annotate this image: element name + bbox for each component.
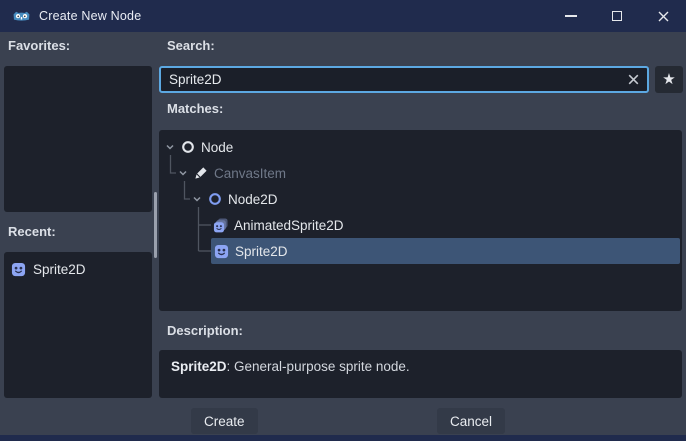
window-title: Create New Node (39, 9, 142, 23)
description-panel: Sprite2D: General-purpose sprite node. (159, 350, 682, 398)
minimize-icon (565, 15, 577, 17)
sprite2d-icon (11, 262, 26, 276)
description-class-name: Sprite2D (171, 359, 227, 374)
create-new-node-dialog: Create New Node Favorites: Recent: Sprit… (0, 0, 686, 441)
search-label: Search: (167, 38, 215, 53)
favorite-toggle-button[interactable]: ★ (655, 66, 683, 93)
tree-item-label: CanvasItem (214, 165, 287, 181)
search-input[interactable] (159, 66, 649, 93)
maximize-button[interactable] (594, 0, 640, 32)
window-controls (548, 0, 686, 32)
description-label: Description: (167, 323, 243, 338)
minimize-button[interactable] (548, 0, 594, 32)
create-button[interactable]: Create (191, 408, 258, 434)
description-text: Sprite2D: General-purpose sprite node. (159, 350, 682, 383)
tree-item-sprite2d-selected[interactable]: Sprite2D (211, 238, 680, 264)
tree-item-label: AnimatedSprite2D (234, 217, 344, 233)
node-icon (181, 140, 195, 154)
chevron-down-icon[interactable] (178, 168, 188, 178)
matches-label: Matches: (167, 101, 224, 116)
sprite2d-icon (214, 244, 229, 259)
matches-tree: Node CanvasItem Node2D AnimatedSprite2D … (159, 130, 682, 311)
animated-sprite2d-icon (213, 217, 228, 233)
chevron-down-icon[interactable] (192, 194, 202, 204)
panel-splitter-handle[interactable] (154, 192, 157, 258)
cancel-button[interactable]: Cancel (437, 408, 506, 434)
window-bottom-border (0, 435, 686, 441)
recent-item-sprite2d[interactable]: Sprite2D (4, 252, 152, 280)
search-box (159, 66, 649, 93)
node2d-icon (208, 192, 222, 206)
description-body: : General-purpose sprite node. (226, 359, 410, 374)
favorites-label: Favorites: (8, 38, 71, 53)
maximize-icon (612, 11, 622, 21)
recent-list: Sprite2D (4, 252, 152, 398)
godot-logo-icon (12, 8, 31, 24)
recent-item-label: Sprite2D (33, 261, 86, 277)
star-icon: ★ (662, 71, 676, 88)
clear-search-icon[interactable] (627, 73, 640, 86)
tree-item-animatedsprite2d[interactable]: AnimatedSprite2D (159, 212, 680, 238)
tree-item-label: Node2D (228, 191, 278, 207)
titlebar: Create New Node (0, 0, 686, 32)
tree-item-label: Sprite2D (235, 243, 288, 259)
favorites-list (4, 66, 152, 212)
recent-label: Recent: (8, 224, 56, 239)
tree-item-label: Node (201, 139, 234, 155)
tree-item-node[interactable]: Node (159, 134, 680, 160)
close-button[interactable] (640, 0, 686, 32)
close-icon (658, 11, 668, 21)
tree-item-canvasitem[interactable]: CanvasItem (159, 160, 680, 186)
tree-item-node2d[interactable]: Node2D (159, 186, 680, 212)
chevron-down-icon[interactable] (165, 142, 175, 152)
canvas-item-icon (194, 166, 208, 180)
